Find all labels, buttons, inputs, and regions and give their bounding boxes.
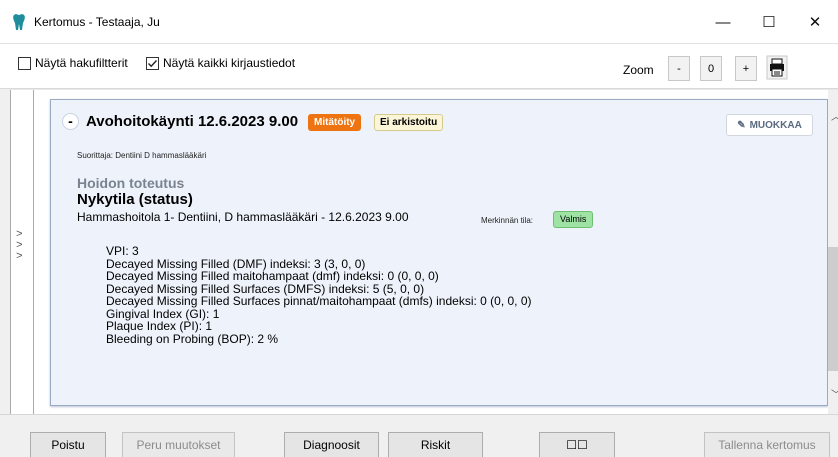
status-fields: VPI: 3 Decayed Missing Filled (DMF) inde… — [106, 245, 532, 345]
section-title: Hoidon toteutus — [77, 175, 185, 191]
entry-state-badge: Valmis — [553, 211, 594, 228]
field-line: Bleeding on Probing (BOP): 2 % — [106, 331, 279, 346]
scroll-up-icon[interactable]: ︿ — [831, 108, 838, 123]
scroll-down-icon[interactable]: ﹀ — [831, 386, 838, 401]
field-line: Decayed Missing Filled Surfaces pinnat/m… — [106, 294, 532, 308]
unit-line: Hammashoitola 1- Dentiini, D hammaslääkä… — [77, 210, 409, 224]
sub-title: Nykytila (status) — [77, 191, 193, 208]
archive-status-badge: Ei arkistoitu — [374, 114, 444, 131]
maximize-button[interactable]: ☐ — [746, 0, 792, 44]
exit-button[interactable]: Poistu — [30, 432, 106, 457]
zoom-value: 0 — [700, 56, 722, 81]
title-bar: Kertomus - Testaaja, Ju — ☐ ✕ — [0, 0, 838, 44]
side-panel-toggle[interactable]: > > > — [10, 90, 34, 415]
checkbox-box[interactable] — [18, 56, 31, 70]
maximize-icon: ☐ — [762, 14, 776, 31]
expand-arrows-icon[interactable]: > > > — [16, 230, 23, 263]
content-area: > > > - Avohoitokäynti 12.6.2023 9.00 Mi… — [10, 89, 838, 415]
bottom-button-bar: Poistu Peru muutokset Diagnoosit Riskit … — [0, 414, 838, 457]
minimize-button[interactable]: — — [700, 0, 746, 44]
entry-title: Avohoitokäynti 12.6.2023 9.00 — [86, 113, 299, 130]
zoom-label: Zoom — [623, 63, 654, 77]
show-all-records-label: Näytä kaikki kirjaustiedot — [163, 56, 296, 70]
layout-button[interactable]: ☐☐ — [539, 432, 615, 457]
checkmark-icon — [148, 59, 158, 67]
scroll-thumb[interactable] — [828, 247, 838, 371]
risks-button[interactable]: Riskit — [388, 432, 483, 457]
checkbox-box[interactable] — [146, 56, 159, 70]
pencil-icon: ✎ — [737, 119, 746, 131]
field-line: VPI: 3 — [106, 244, 139, 258]
field-line: Plaque Index (PI): 1 — [106, 319, 213, 333]
show-filters-checkbox[interactable]: Näytä hakufiltterit — [18, 56, 128, 70]
tooth-icon — [13, 14, 25, 30]
show-filters-label: Näytä hakufiltterit — [35, 56, 128, 70]
collapse-button[interactable]: - — [62, 113, 79, 130]
zoom-in-button[interactable]: + — [735, 56, 757, 81]
diagnoses-button[interactable]: Diagnoosit — [284, 432, 379, 457]
entry-state-label: Merkinnän tila: — [481, 216, 534, 225]
close-button[interactable]: ✕ — [792, 0, 838, 44]
edit-button-label: MUOKKAA — [749, 119, 802, 131]
close-icon: ✕ — [808, 14, 822, 31]
printer-icon[interactable] — [766, 55, 788, 80]
undo-changes-button[interactable]: Peru muutokset — [122, 432, 235, 457]
record-entry-card: - Avohoitokäynti 12.6.2023 9.00 Mitätöit… — [50, 99, 828, 406]
cancelled-badge: Mitätöity — [308, 114, 362, 131]
field-line: Decayed Missing Filled maitohampaat (dmf… — [106, 269, 439, 283]
show-all-records-checkbox[interactable]: Näytä kaikki kirjaustiedot — [146, 56, 295, 70]
performer-text: Suorittaja: Dentiini D hammaslääkäri — [77, 151, 207, 160]
toolbar: Näytä hakufiltterit Näytä kaikki kirjaus… — [0, 44, 838, 89]
edit-button[interactable]: ✎ MUOKKAA — [726, 114, 813, 136]
vertical-scrollbar[interactable]: ︿ ﹀ — [828, 90, 838, 415]
window-title: Kertomus - Testaaja, Ju — [34, 15, 160, 29]
minimize-icon: — — [715, 13, 731, 31]
save-record-button[interactable]: Tallenna kertomus — [704, 432, 830, 457]
zoom-out-button[interactable]: - — [668, 56, 690, 81]
